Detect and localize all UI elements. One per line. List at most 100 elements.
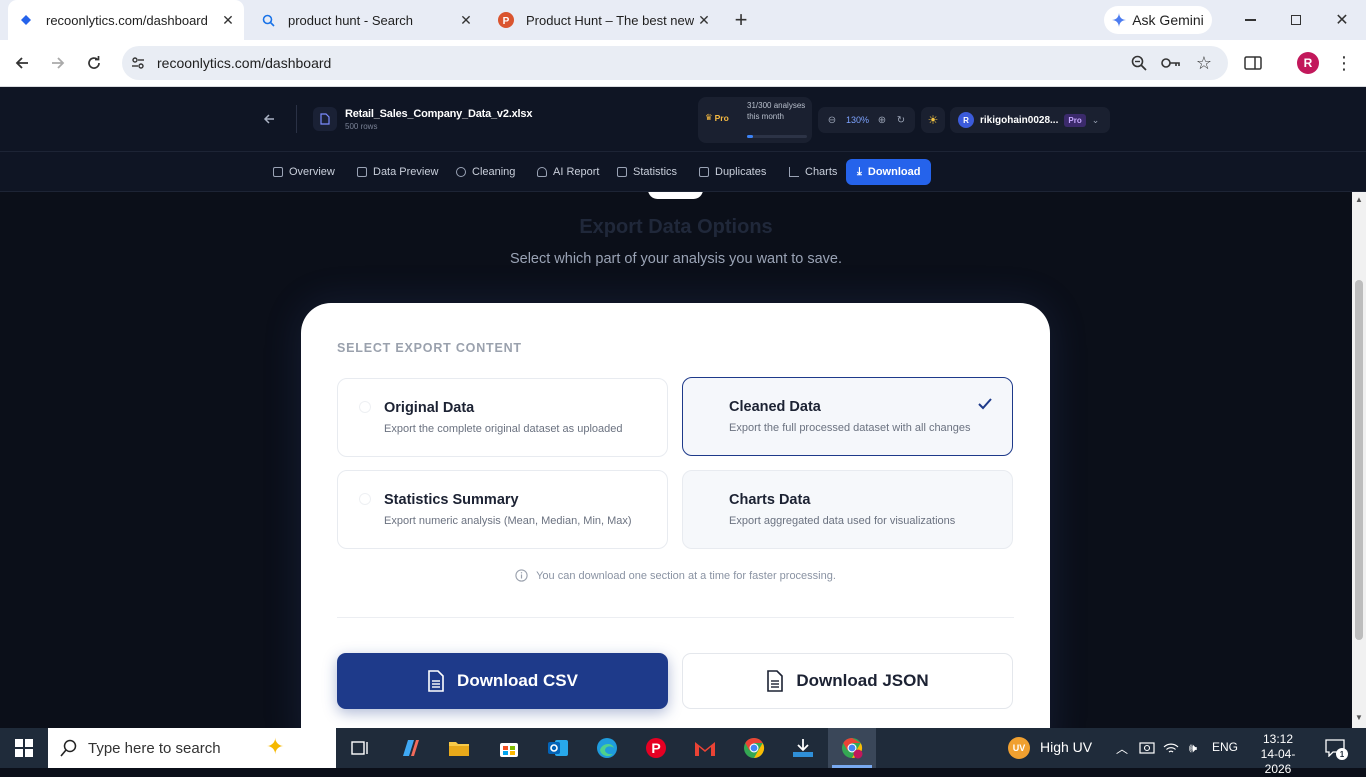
tab-label: Overview [289,166,335,178]
task-view-icon[interactable] [345,733,375,763]
scroll-down-icon[interactable]: ▼ [1355,713,1363,722]
tab-duplicates[interactable]: Duplicates [699,159,766,185]
app-nav: Overview Data Preview Cleaning AI Report… [0,152,1366,192]
language-indicator[interactable]: ENG [1212,740,1238,754]
tab-product-hunt-search[interactable]: product hunt - Search ✕ [250,0,482,40]
edge-icon[interactable] [592,733,622,763]
close-tab-icon[interactable]: ✕ [456,10,476,30]
meet-now-icon[interactable] [1138,738,1156,758]
option-original-data[interactable]: Original Data Export the complete origin… [337,378,668,457]
address-bar[interactable]: recoonlytics.com/dashboard [122,46,1228,80]
option-cleaned-data[interactable]: Cleaned Data Export the full processed d… [682,377,1013,456]
radio-icon [359,401,371,413]
scrollbar-thumb[interactable] [1355,280,1363,640]
option-desc: Export the full processed dataset with a… [729,422,971,434]
download-json-label: Download JSON [796,671,929,690]
tab-label: Duplicates [715,166,767,178]
downloads-icon[interactable] [788,733,818,763]
tab-product-hunt[interactable]: P Product Hunt – The best new p ✕ [488,0,720,40]
minimize-icon[interactable] [1238,8,1262,32]
tab-label: Data Preview [373,166,439,178]
close-tab-icon[interactable]: ✕ [694,10,714,30]
download-csv-label: Download CSV [457,671,578,690]
chevron-up-icon[interactable]: ︿ [1113,738,1131,758]
zoom-icon[interactable] [1128,52,1150,74]
page-subtitle: Select which part of your analysis you w… [509,251,843,267]
tab-cleaning[interactable]: Cleaning [456,159,515,185]
new-tab-icon[interactable]: + [729,7,753,32]
reload-icon[interactable] [82,51,106,75]
outlook-icon[interactable] [543,733,573,763]
search-icon [60,739,77,757]
close-window-icon[interactable]: ✕ [1330,8,1354,32]
tab-title: Product Hunt – The best new p [526,12,694,28]
clock[interactable]: 13:12 14-04-2026 [1250,732,1306,777]
page-scrollbar[interactable]: ▲ ▼ [1352,192,1366,728]
notification-icon[interactable]: 1 [1323,736,1348,760]
tab-statistics[interactable]: Statistics [617,159,677,185]
download-csv-button[interactable]: Download CSV [337,653,668,709]
tab-label: Charts [805,166,838,178]
password-key-icon[interactable] [1160,52,1182,74]
wand-icon [456,167,466,177]
grid-icon [273,167,283,177]
zoom-in-icon[interactable]: ⊕ [872,107,892,133]
taskbar-search-box[interactable]: Type here to search ✦ [48,728,336,768]
kebab-menu-icon[interactable]: ⋮ [1334,52,1354,74]
tab-data-preview[interactable]: Data Preview [357,159,438,185]
copilot-icon[interactable] [395,733,425,763]
tab-label: Cleaning [472,166,516,178]
close-tab-icon[interactable]: ✕ [218,10,238,30]
sidepanel-icon[interactable] [1242,52,1264,74]
pinterest-icon[interactable]: P [641,733,671,763]
back-icon[interactable] [10,51,34,75]
option-title: Original Data [384,400,475,416]
chrome-profile-icon [842,737,863,759]
option-statistics-summary[interactable]: Statistics Summary Export numeric analys… [337,470,668,549]
profile-avatar[interactable]: R [1297,52,1319,74]
forward-icon[interactable] [46,51,70,75]
tab-overview[interactable]: Overview [273,159,335,185]
chevron-down-icon: ⌄ [1091,114,1100,125]
site-info-icon[interactable] [128,53,148,73]
bar-chart-icon [789,167,799,177]
ask-gemini-label: Ask Gemini [1132,12,1204,28]
zoom-control: ⊖ 130% ⊕ ↻ [818,107,915,133]
wifi-icon[interactable] [1162,738,1180,758]
gmail-icon[interactable] [690,733,720,763]
ask-gemini-button[interactable]: Ask Gemini [1104,6,1212,34]
restore-icon[interactable] [1284,8,1308,32]
tab-download[interactable]: ⤓ Download [846,159,932,185]
tab-ai-report[interactable]: AI Report [537,159,599,185]
option-charts-data[interactable]: Charts Data Export aggregated data used … [682,470,1013,549]
user-menu[interactable]: R rikigohain0028... Pro ⌄ [950,107,1110,133]
microsoft-store-icon[interactable] [494,733,524,763]
file-explorer-icon[interactable] [444,733,474,763]
back-arrow-icon[interactable] [259,109,279,129]
theme-toggle-sun-icon[interactable]: ☀ [921,107,945,133]
user-name: rikigohain0028... [980,114,1059,126]
zoom-out-icon[interactable]: ⊖ [818,107,846,133]
bookmark-star-icon[interactable]: ☆ [1193,52,1215,74]
scroll-up-icon[interactable]: ▲ [1355,195,1363,204]
weather-text[interactable]: High UV [1040,739,1092,755]
tab-label: Download [867,166,921,178]
plan-badge: ♛ Pro [705,112,729,123]
clock-time: 13:12 [1262,732,1294,746]
reset-zoom-icon[interactable]: ↻ [892,107,910,133]
export-card: SELECT EXPORT CONTENT Original Data Expo… [301,303,1050,728]
uv-weather-icon: UV [1008,737,1030,759]
windows-start-icon[interactable] [9,733,39,763]
page-title: Export Data Options [579,216,773,238]
tab-charts[interactable]: Charts [789,159,837,185]
tab-recoonlytics[interactable]: recoonlytics.com/dashboard ✕ [8,0,244,40]
file-rows: 500 rows [345,122,378,131]
volume-icon[interactable]: 🕪 [1184,738,1202,758]
recoonlytics-favicon-icon [18,12,34,28]
chrome-icon[interactable] [739,733,769,763]
download-json-button[interactable]: Download JSON [682,653,1013,709]
notification-count: 1 [1336,748,1348,760]
table-icon [357,167,367,177]
chrome-profile-active[interactable] [828,728,876,768]
browser-toolbar: recoonlytics.com/dashboard ☆ R ⋮ [0,40,1366,87]
